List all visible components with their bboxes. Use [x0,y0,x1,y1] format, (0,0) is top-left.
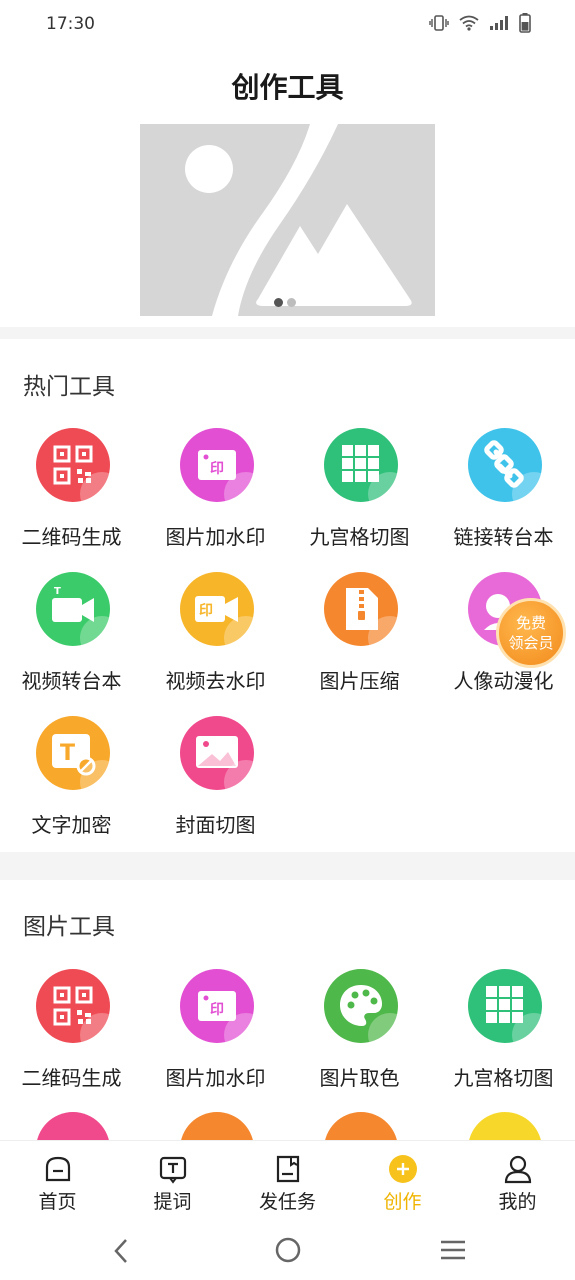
image-placeholder-icon [185,124,412,316]
create-icon [388,1154,418,1184]
tool-video-watermark[interactable]: 印 视频去水印 [144,572,287,702]
carousel-dot[interactable] [287,298,296,307]
tool-grid-cut[interactable]: 九宫格切图 [288,428,431,558]
tool-cover-cut[interactable]: 封面切图 [144,716,287,846]
watermark-icon: 印 [180,969,254,1043]
svg-text:印: 印 [210,460,224,477]
vibrate-icon [429,15,449,35]
tool-label: 人像动漫化 [453,669,554,693]
nav-label: 首页 [38,1191,77,1213]
home-icon [43,1154,73,1184]
tool-label: 视频转台本 [21,669,122,693]
text-lock-icon: T [36,716,110,790]
tool-label: 二维码生成 [21,525,122,549]
tool-label: 图片加水印 [165,525,266,549]
tool-label: 图片取色 [319,1066,400,1090]
nav-post-task[interactable]: 发任务 [230,1141,345,1224]
badge-line2: 领会员 [508,634,554,652]
section-divider [0,852,575,880]
back-icon[interactable] [110,1237,134,1269]
qrcode-icon [36,969,110,1043]
tool-label: 视频去水印 [165,669,266,693]
tool-watermark[interactable]: 印 图片加水印 [144,428,287,558]
wifi-icon [459,15,479,35]
nav-label: 发任务 [258,1191,316,1213]
nav-label: 我的 [498,1191,537,1213]
tool-text-encrypt[interactable]: T 文字加密 [0,716,143,846]
tool-label: 二维码生成 [21,1066,122,1090]
banner-carousel[interactable] [140,124,435,316]
video-icon: T [36,572,110,646]
tool-label: 图片加水印 [165,1066,266,1090]
tool-label: 九宫格切图 [309,525,410,549]
system-nav-bar [0,1223,575,1280]
bottom-nav: 首页 提词 发任务 创作 我的 [0,1140,575,1224]
video-watermark-icon: 印 [180,572,254,646]
status-time: 17:30 [46,14,95,34]
tool-qrcode[interactable]: 二维码生成 [0,969,143,1099]
svg-text:T: T [54,586,61,597]
cover-icon [180,716,254,790]
carousel-dot-active[interactable] [274,298,283,307]
carousel-dots [274,298,296,307]
nav-profile[interactable]: 我的 [460,1141,575,1224]
grid-icon [468,969,542,1043]
badge-line1: 免费 [515,614,546,632]
tool-qrcode[interactable]: 二维码生成 [0,428,143,558]
battery-icon [519,13,531,37]
prompter-icon [158,1154,188,1184]
tool-compress[interactable]: 图片压缩 [288,572,431,702]
free-vip-badge[interactable]: 免费 领会员 [496,598,566,668]
link-icon [468,428,542,502]
signal-icon [489,15,509,35]
tool-label: 封面切图 [175,813,256,837]
nav-prompter[interactable]: 提词 [115,1141,230,1224]
tool-video-script[interactable]: T 视频转台本 [0,572,143,702]
watermark-icon: 印 [180,428,254,502]
section-divider [0,327,575,339]
profile-icon [503,1154,533,1184]
svg-text:印: 印 [199,602,213,619]
section-title-image-tools: 图片工具 [23,914,115,940]
nav-home[interactable]: 首页 [0,1141,115,1224]
palette-icon [324,969,398,1043]
tool-label: 文字加密 [31,813,112,837]
nav-create[interactable]: 创作 [345,1141,460,1224]
tool-grid-cut[interactable]: 九宫格切图 [432,969,575,1099]
section-title-hot-tools: 热门工具 [23,374,115,400]
svg-text:T: T [60,741,75,766]
tool-watermark[interactable]: 印 图片加水印 [144,969,287,1099]
home-circle-icon[interactable] [274,1236,302,1268]
menu-icon[interactable] [439,1238,467,1266]
tool-color-picker[interactable]: 图片取色 [288,969,431,1099]
page-title: 创作工具 [231,71,344,104]
tool-link-script[interactable]: 链接转台本 [432,428,575,558]
nav-label: 提词 [153,1191,192,1213]
nav-label: 创作 [383,1191,422,1213]
tool-label: 链接转台本 [453,525,554,549]
qrcode-icon [36,428,110,502]
tool-label: 图片压缩 [319,669,400,693]
task-icon [273,1154,303,1184]
svg-text:印: 印 [210,1001,224,1018]
zip-icon [324,572,398,646]
status-bar: 17:30 [0,0,575,48]
grid-icon [324,428,398,502]
tool-label: 九宫格切图 [453,1066,554,1090]
